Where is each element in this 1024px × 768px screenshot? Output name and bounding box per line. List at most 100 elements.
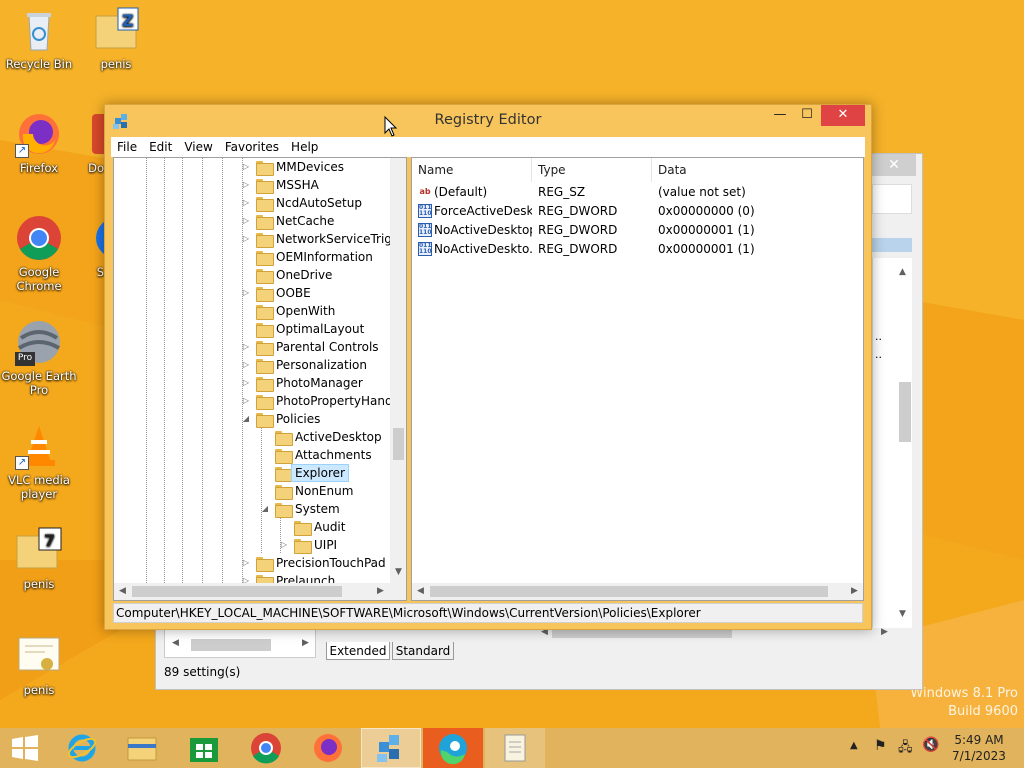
desktop-icon-s[interactable]: S <box>78 214 104 279</box>
column-header-name[interactable]: Name <box>412 158 532 182</box>
tree-node[interactable]: ▷ PrecisionTouchPad <box>114 554 390 572</box>
tree-node[interactable]: ▷ UIPI <box>114 536 390 554</box>
menu-favorites[interactable]: Favorites <box>219 137 285 157</box>
start-button[interactable] <box>0 728 52 768</box>
tree-hscrollbar[interactable]: ◀ ▶ <box>114 583 406 600</box>
scroll-right-arrow[interactable]: ▶ <box>297 635 314 652</box>
registry-tree[interactable]: ▷ MMDevices ▷ MSSHA ▷ NcdAutoSetup ▷ NetCache ▷ N… <box>113 157 407 601</box>
tab-extended[interactable]: Extended <box>326 642 390 660</box>
scroll-down-arrow[interactable]: ▼ <box>390 564 406 581</box>
tree-vscrollbar[interactable]: ▼ <box>390 158 406 583</box>
scroll-left-arrow[interactable]: ◀ <box>412 583 429 600</box>
tree-node[interactable]: ▷ Personalization <box>114 356 390 374</box>
tree-node[interactable]: OEMInformation <box>114 248 390 266</box>
scrollbar-thumb[interactable] <box>393 428 404 460</box>
value-row[interactable]: ab (Default) REG_SZ (value not set) <box>412 183 863 202</box>
collapse-arrow-icon[interactable]: ◢ <box>241 410 251 428</box>
taskbar-file-explorer[interactable] <box>112 728 172 768</box>
tree-node[interactable]: ▷ PhotoManager <box>114 374 390 392</box>
expand-arrow-icon[interactable]: ▷ <box>241 374 251 392</box>
tree-node[interactable]: ▷ OOBE <box>114 284 390 302</box>
value-row[interactable]: 011 110 NoActiveDesktop REG_DWORD 0x0000000… <box>412 221 863 240</box>
tree-node[interactable]: Explorer <box>114 464 390 482</box>
menu-file[interactable]: File <box>111 137 143 157</box>
expand-arrow-icon[interactable]: ▷ <box>241 392 251 410</box>
desktop-icon-google-chrome[interactable]: Google Chrome <box>1 214 77 293</box>
tab-standard[interactable]: Standard <box>392 642 454 660</box>
scrollbar-thumb[interactable] <box>430 586 828 597</box>
tree-node[interactable]: ◢ System <box>114 500 390 518</box>
taskbar-registry-editor[interactable] <box>361 728 421 768</box>
scroll-left-arrow[interactable]: ◀ <box>167 635 184 652</box>
tree-node[interactable]: Attachments <box>114 446 390 464</box>
expand-arrow-icon[interactable]: ▷ <box>241 176 251 194</box>
scroll-up-arrow[interactable]: ▲ <box>894 264 911 281</box>
show-hidden-icons-button[interactable]: ▲ <box>850 740 858 751</box>
volume-muted-icon[interactable]: 🔇 <box>922 737 939 753</box>
column-header-data[interactable]: Data <box>652 158 863 182</box>
tree-node[interactable]: OneDrive <box>114 266 390 284</box>
desktop-icon-google-earth-pro[interactable]: Pro Google Earth Pro <box>1 318 77 397</box>
expand-arrow-icon[interactable]: ▷ <box>241 194 251 212</box>
desktop-icon-vlc[interactable]: ↗ VLC media player <box>1 422 77 501</box>
desktop-icon-penis-cert[interactable]: penis <box>1 632 77 697</box>
menu-edit[interactable]: Edit <box>143 137 178 157</box>
tree-node[interactable]: ▷ Parental Controls <box>114 338 390 356</box>
tree-node[interactable]: ▷ NcdAutoSetup <box>114 194 390 212</box>
close-button[interactable]: ✕ <box>821 105 865 126</box>
column-header-type[interactable]: Type <box>532 158 652 182</box>
taskbar-firefox[interactable] <box>298 728 358 768</box>
tree-node[interactable]: ▷ NetworkServiceTrigge <box>114 230 406 248</box>
desktop-icon-penis-7z[interactable]: 7 penis <box>1 526 77 591</box>
value-row[interactable]: 011 110 NoActiveDeskto... REG_DWORD 0x00000… <box>412 240 863 259</box>
desktop-icon-do[interactable]: Do <box>78 110 104 175</box>
title-bar[interactable]: Registry Editor — ☐ ✕ <box>105 105 871 137</box>
expand-arrow-icon[interactable]: ▷ <box>241 212 251 230</box>
scroll-down-arrow[interactable]: ▼ <box>894 606 911 623</box>
taskbar-edge[interactable] <box>423 728 483 768</box>
network-icon[interactable]: 🖧 <box>898 738 913 760</box>
tree-node[interactable]: ▷ MMDevices <box>114 158 390 176</box>
expand-arrow-icon[interactable]: ▷ <box>241 230 251 248</box>
menu-help[interactable]: Help <box>285 137 324 157</box>
expand-arrow-icon[interactable]: ▷ <box>279 536 289 554</box>
tree-node[interactable]: OpenWith <box>114 302 390 320</box>
taskbar-store[interactable] <box>174 728 234 768</box>
maximize-button[interactable]: ☐ <box>794 105 820 126</box>
scroll-left-arrow[interactable]: ◀ <box>114 583 131 600</box>
tree-node[interactable]: OptimalLayout <box>114 320 390 338</box>
tree-node[interactable]: NonEnum <box>114 482 390 500</box>
scrollbar-thumb[interactable] <box>132 586 342 597</box>
taskbar-chrome[interactable] <box>236 728 296 768</box>
scroll-right-arrow[interactable]: ▶ <box>372 583 389 600</box>
minimize-button[interactable]: — <box>767 105 793 126</box>
scrollbar-thumb[interactable] <box>899 382 911 442</box>
tree-node[interactable]: ActiveDesktop <box>114 428 390 446</box>
tree-node[interactable]: ▷ MSSHA <box>114 176 390 194</box>
expand-arrow-icon[interactable]: ▷ <box>241 338 251 356</box>
desktop-icon-firefox[interactable]: ↗ Firefox <box>1 110 77 175</box>
tree-node[interactable]: Audit <box>114 518 390 536</box>
collapse-arrow-icon[interactable]: ◢ <box>260 500 270 518</box>
expand-arrow-icon[interactable]: ▷ <box>241 158 251 176</box>
list-hscrollbar[interactable]: ◀ ▶ <box>412 583 863 600</box>
scrollbar-thumb[interactable] <box>191 639 271 651</box>
back-window-close-button[interactable]: ✕ <box>872 154 916 176</box>
tree-node[interactable]: ▷ PhotoPropertyHandle <box>114 392 403 410</box>
desktop-icon-penis-zip[interactable]: Z penis <box>78 6 154 71</box>
tree-node[interactable]: ◢ Policies <box>114 410 390 428</box>
taskbar-notepad[interactable] <box>485 728 545 768</box>
value-row[interactable]: 011 110ForceActiveDesk... REG_DWORD 0x0000… <box>412 202 863 221</box>
taskbar-internet-explorer[interactable] <box>52 728 112 768</box>
action-center-flag-icon[interactable]: ⚑ <box>874 738 887 754</box>
tree-node[interactable]: ▷ NetCache <box>114 212 390 230</box>
menu-view[interactable]: View <box>178 137 218 157</box>
expand-arrow-icon[interactable]: ▷ <box>241 554 251 572</box>
clock[interactable]: 5:49 AM 7/1/2023 <box>948 732 1010 764</box>
registry-editor-window[interactable]: Registry Editor — ☐ ✕ File Edit View Favori… <box>104 104 872 630</box>
expand-arrow-icon[interactable]: ▷ <box>241 356 251 374</box>
values-list[interactable]: Name Type Data ab (Default) REG_SZ (value n… <box>411 157 864 601</box>
desktop-icon-recycle-bin[interactable]: Recycle Bin <box>1 6 77 71</box>
scroll-right-arrow[interactable]: ▶ <box>876 624 893 641</box>
expand-arrow-icon[interactable]: ▷ <box>241 284 251 302</box>
